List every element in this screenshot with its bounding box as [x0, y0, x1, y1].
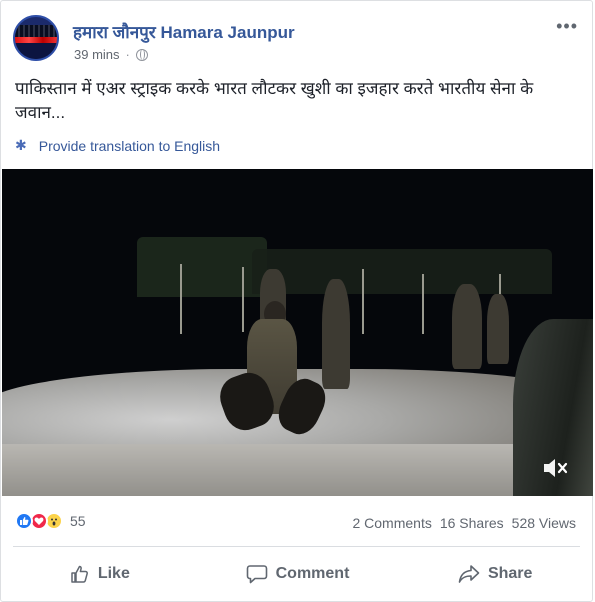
- ground-area: [2, 444, 593, 496]
- reaction-count: 55: [70, 513, 86, 529]
- more-options-button[interactable]: •••: [556, 17, 578, 35]
- globe-icon[interactable]: [135, 48, 148, 61]
- shares-count-link[interactable]: 16 Shares: [440, 515, 504, 531]
- soldier-figure: [452, 284, 482, 369]
- share-button[interactable]: Share: [396, 554, 594, 594]
- share-label: Share: [487, 565, 533, 582]
- action-bar: Like Comment Share: [1, 554, 594, 594]
- video-player[interactable]: [2, 169, 593, 496]
- comment-button[interactable]: Comment: [199, 554, 397, 594]
- post-meta: 39 mins ·: [74, 47, 148, 62]
- comment-label: Comment: [275, 565, 350, 582]
- facebook-post-card: हमारा जौनपुर Hamara Jaunpur 39 mins · ••…: [0, 0, 593, 602]
- tent-shape: [137, 237, 267, 297]
- soldier-figure: [322, 279, 350, 389]
- engagement-stats: 2 Comments 16 Shares 528 Views: [352, 515, 576, 531]
- tent-pole: [180, 264, 182, 334]
- share-arrow-icon: [458, 565, 480, 583]
- thumbs-up-icon: [71, 565, 88, 583]
- divider: [13, 546, 580, 547]
- tent-pole: [242, 267, 244, 332]
- meta-separator: ·: [125, 47, 130, 62]
- views-count: 528 Views: [511, 515, 576, 531]
- page-name-link[interactable]: हमारा जौनपुर Hamara Jaunpur: [73, 20, 295, 43]
- tent-shape: [252, 249, 552, 294]
- comments-count-link[interactable]: 2 Comments: [352, 515, 431, 531]
- reaction-summary[interactable]: 55: [15, 512, 86, 530]
- page-avatar[interactable]: [13, 15, 59, 61]
- like-icon: [15, 512, 33, 530]
- tent-pole: [362, 269, 364, 334]
- gear-icon[interactable]: ✱: [15, 137, 27, 154]
- like-button[interactable]: Like: [1, 554, 199, 594]
- translation-row: ✱ Provide translation to English: [15, 137, 220, 154]
- post-timestamp[interactable]: 39 mins: [74, 47, 120, 62]
- provide-translation-link[interactable]: Provide translation to English: [39, 138, 220, 154]
- comment-bubble-icon: [246, 565, 267, 584]
- post-text: पाकिस्तान में एअर स्ट्राइक करके भारत लौट…: [15, 79, 534, 122]
- soldier-figure: [487, 294, 509, 364]
- tent-pole: [422, 274, 424, 334]
- like-label: Like: [97, 565, 130, 582]
- speaker-muted-icon[interactable]: [541, 455, 569, 481]
